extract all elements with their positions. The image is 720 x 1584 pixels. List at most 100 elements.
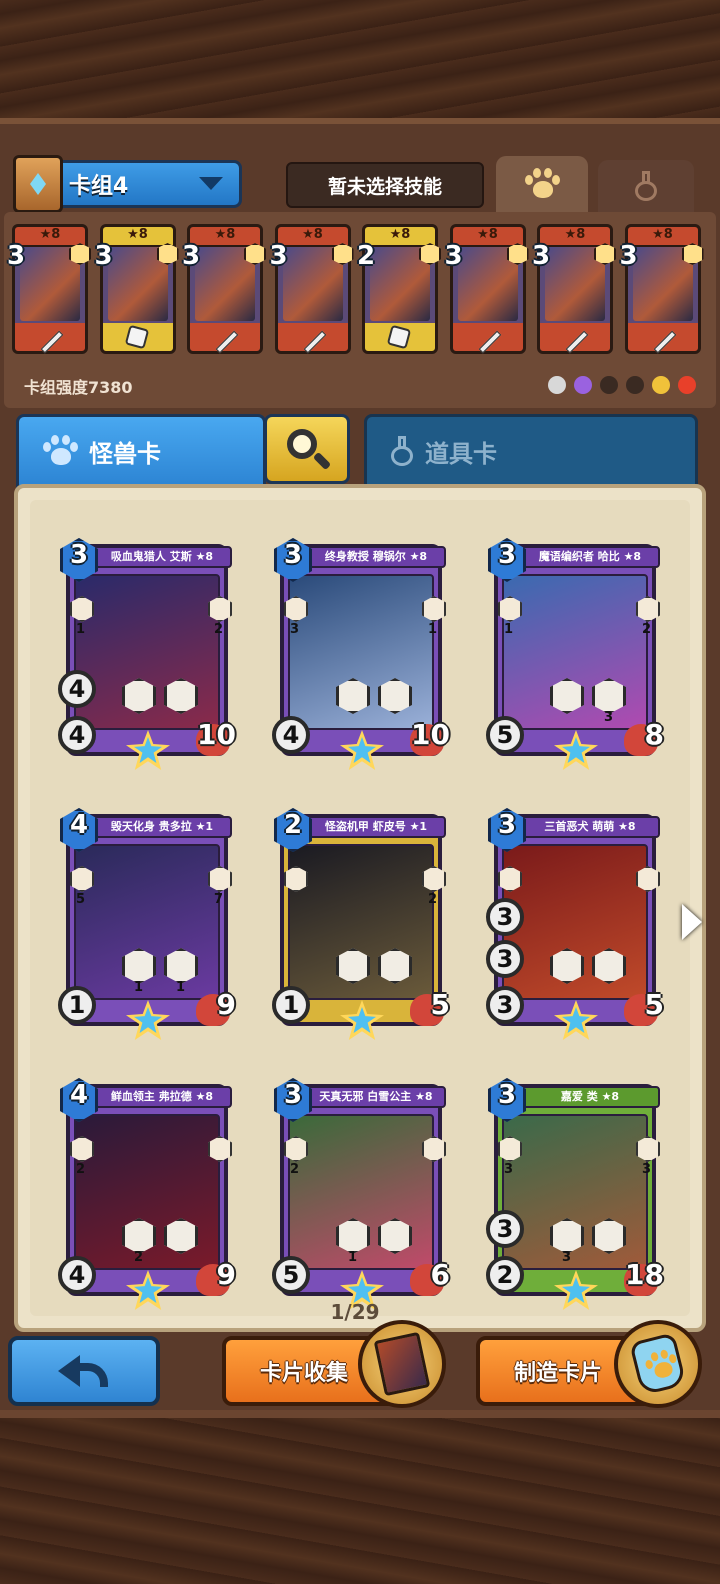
potion-icon (391, 436, 413, 466)
craft-card-button-label: 制造卡片 (514, 1361, 603, 1386)
paw-icon (525, 168, 560, 200)
synergy-icon[interactable] (574, 376, 592, 394)
deck-card-cost: 3 (532, 241, 551, 271)
card-name: 天真无邪 白雪公主 ★8 (306, 1086, 446, 1108)
card-cost: 3 (69, 540, 89, 570)
card-cost: 4 (69, 1080, 89, 1110)
card-hp: 9 (216, 1258, 236, 1291)
synergy-icon[interactable] (626, 376, 644, 394)
search-button[interactable] (264, 414, 350, 484)
deck-card[interactable]: ★8 3 (7, 224, 91, 354)
deck-selector-dropdown[interactable]: 卡组4 (13, 155, 242, 213)
deck-card[interactable]: ★8 3 (270, 224, 354, 354)
monster-card[interactable]: 终身教授 穆锅尔 ★8 3 3 1 4 10 (272, 538, 450, 770)
card-collection-button-label: 卡片收集 (260, 1361, 349, 1386)
card-stat-bottom: 5 (272, 1256, 310, 1294)
card-name: 鲜血领主 弗拉德 ★8 (92, 1086, 232, 1108)
deck-card[interactable]: ★8 3 (532, 224, 616, 354)
next-page-arrow[interactable] (682, 904, 702, 940)
card-cost: 3 (283, 540, 303, 570)
deck-name: 卡组4 (69, 174, 129, 199)
card-stat-bottom: 5 (486, 716, 524, 754)
card-stat-bottom: 1 (58, 986, 96, 1024)
card-stat-bottom: 4 (272, 716, 310, 754)
dice-icon (386, 324, 412, 350)
paw-icon (43, 435, 78, 467)
card-collection-panel: 吸血鬼猎人 艾斯 ★8 3 1 2 4 4 10 终身教授 穆锅尔 ★8 3 3 1 4 10 魔语编织者… (14, 484, 706, 1332)
skill-value: 3 (604, 710, 614, 725)
sword-icon (565, 330, 589, 354)
tab-item-cards[interactable]: 道具卡 (364, 414, 698, 488)
tab-monster-cards[interactable]: 怪兽卡 (16, 414, 266, 488)
card-cost: 2 (283, 810, 303, 840)
synergy-icon[interactable] (600, 376, 618, 394)
tab-monster-cards-label: 怪兽卡 (89, 439, 161, 468)
synergy-icons[interactable] (548, 376, 696, 394)
badge-value-right: 3 (642, 1162, 652, 1177)
deck-card-star-level: ★8 (652, 227, 673, 242)
card-stat-bottom: 4 (58, 716, 96, 754)
sword-icon (478, 330, 501, 354)
synergy-icon[interactable] (652, 376, 670, 394)
card-name: 魔语编织者 哈比 ★8 (520, 546, 660, 568)
monster-card[interactable]: 三首恶犬 萌萌 ★8 3 3 3 3 5 (486, 808, 664, 1040)
deck-card-cost: 3 (619, 241, 638, 271)
monster-card[interactable]: 天真无邪 白雪公主 ★8 3 2 1 5 6 (272, 1078, 450, 1310)
deck-card-strip: ★8 3 ★8 3 ★8 3 ★8 3 ★8 2 ★8 3 ★8 3 ★8 3 卡组强度7380 (4, 212, 716, 408)
badge-value-left: 1 (504, 622, 514, 637)
monster-card[interactable]: 嘉爱 类 ★8 3 3 3 3 3 2 18 (486, 1078, 664, 1310)
wood-background-bottom (0, 1410, 720, 1584)
card-name: 怪盗机甲 虾皮号 ★1 (306, 816, 446, 838)
skill-value: 1 (134, 980, 144, 995)
tab-monster-deck[interactable] (496, 156, 588, 212)
skill-value: 2 (134, 1250, 144, 1265)
badge-value-left: 3 (504, 1162, 514, 1177)
card-cost: 3 (497, 1080, 517, 1110)
search-icon (285, 427, 332, 471)
synergy-icon[interactable] (678, 376, 696, 394)
card-stat-bottom: 2 (486, 1256, 524, 1294)
card-cost: 4 (69, 810, 89, 840)
monster-card[interactable]: 鲜血领主 弗拉德 ★8 4 2 2 4 9 (58, 1078, 236, 1310)
card-name: 三首恶犬 萌萌 ★8 (520, 816, 660, 838)
potion-icon (635, 171, 657, 201)
deck-card[interactable]: ★8 3 (95, 224, 179, 354)
monster-card[interactable]: 怪盗机甲 虾皮号 ★1 2 2 1 5 (272, 808, 450, 1040)
card-hp: 5 (644, 988, 664, 1021)
badge-value-right: 2 (214, 622, 224, 637)
card-name: 毁天化身 贵多拉 ★1 (92, 816, 232, 838)
skill-value: 1 (348, 1250, 358, 1265)
deck-card-star-level: ★8 (302, 227, 323, 242)
card-collection-icon[interactable] (358, 1320, 446, 1408)
back-button[interactable] (8, 1336, 160, 1406)
deck-card-star-level: ★8 (127, 227, 148, 242)
card-stat-bottom: 1 (272, 986, 310, 1024)
card-cost: 3 (497, 810, 517, 840)
deck-card[interactable]: ★8 3 (182, 224, 266, 354)
deck-card[interactable]: ★8 2 (357, 224, 441, 354)
craft-jar-icon[interactable] (614, 1320, 702, 1408)
monster-card[interactable]: 毁天化身 贵多拉 ★1 4 5 7 1 1 1 9 (58, 808, 236, 1040)
chevron-down-icon (199, 177, 223, 190)
card-stat-top: 4 (58, 670, 96, 708)
dice-icon (124, 324, 149, 350)
badge-value-left: 2 (76, 1162, 86, 1177)
skill-value: 3 (562, 1250, 572, 1265)
card-stat-bottom: 4 (58, 1256, 96, 1294)
deck-card[interactable]: ★8 3 (620, 224, 704, 354)
monster-card[interactable]: 吸血鬼猎人 艾斯 ★8 3 1 2 4 4 10 (58, 538, 236, 770)
deck-card-cost: 3 (269, 241, 288, 271)
deck-card[interactable]: ★8 3 (445, 224, 529, 354)
tab-item-deck[interactable] (598, 160, 694, 212)
deck-card-star-level: ★8 (564, 227, 586, 242)
monster-card[interactable]: 魔语编织者 哈比 ★8 3 1 2 3 5 8 (486, 538, 664, 770)
card-stat-top: 3 (486, 940, 524, 978)
card-hp: 8 (644, 718, 664, 751)
card-cost: 3 (497, 540, 517, 570)
skill-selector[interactable]: 暂未选择技能 (286, 162, 484, 208)
deck-card-star-level: ★8 (214, 227, 236, 242)
badge-value-left: 2 (290, 1162, 300, 1177)
deck-card-star-level: ★8 (477, 227, 498, 242)
synergy-icon[interactable] (548, 376, 566, 394)
badge-value-right: 2 (642, 622, 652, 637)
